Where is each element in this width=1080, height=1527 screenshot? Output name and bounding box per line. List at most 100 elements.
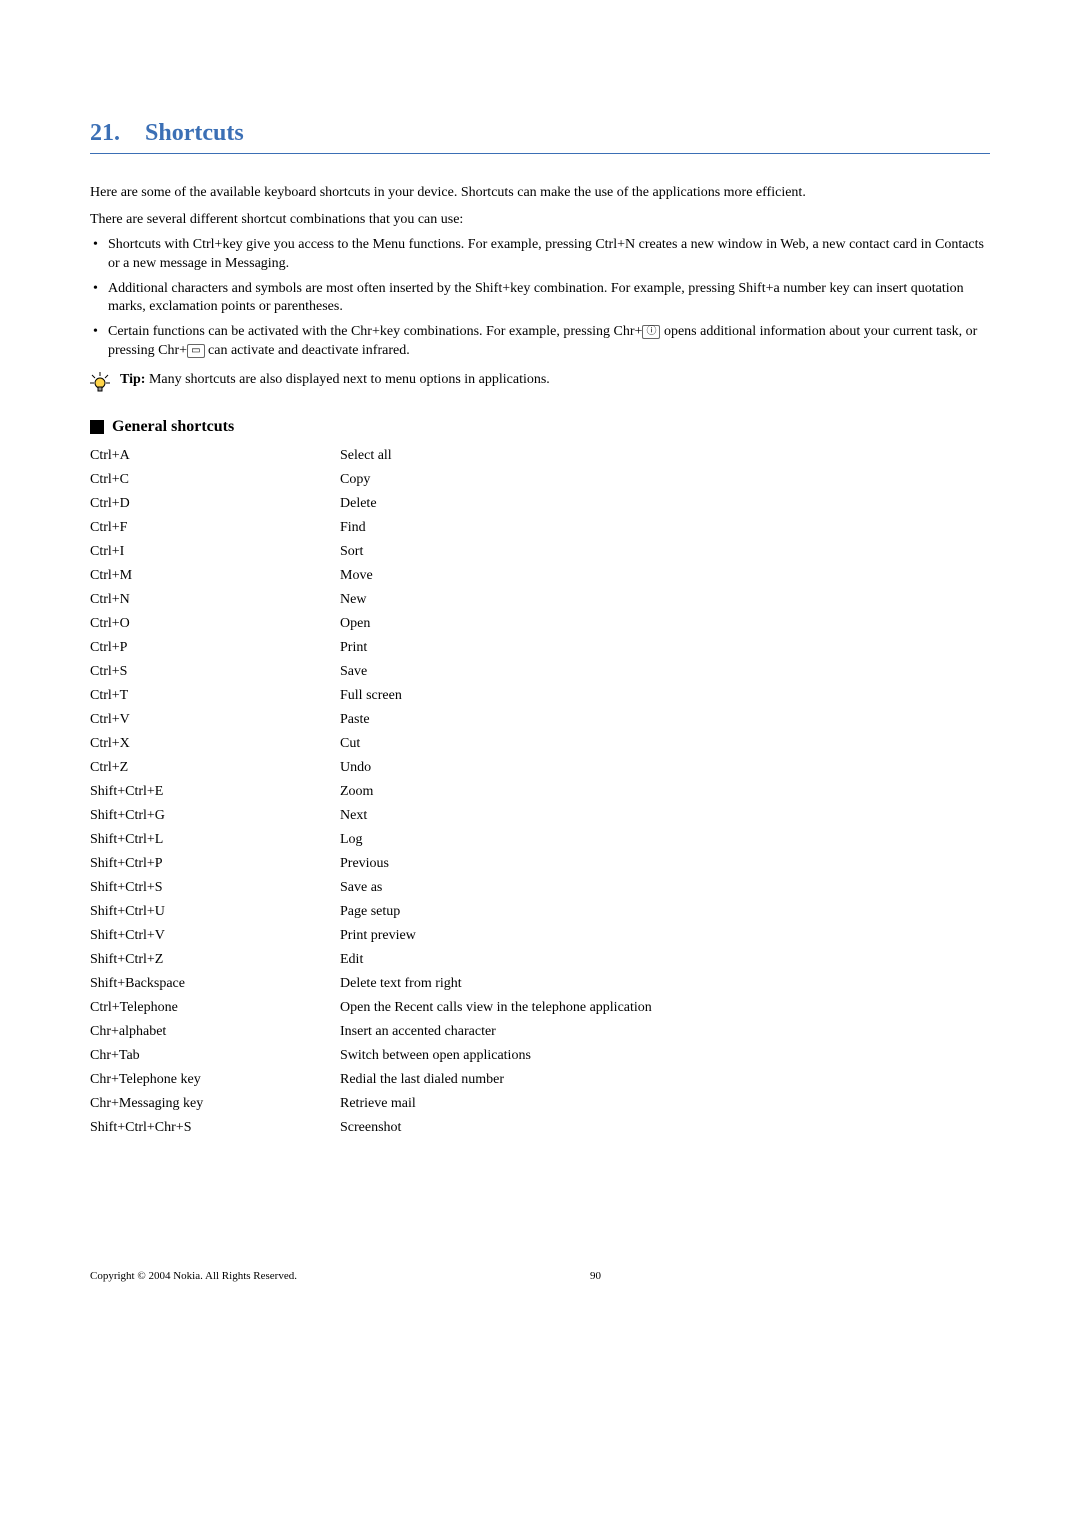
tip-icon bbox=[90, 371, 120, 398]
shortcut-action: Zoom bbox=[340, 780, 990, 804]
footer-copyright: Copyright © 2004 Nokia. All Rights Reser… bbox=[90, 1270, 590, 1282]
intro-paragraph: Here are some of the available keyboard … bbox=[90, 184, 990, 203]
footer: Copyright © 2004 Nokia. All Rights Reser… bbox=[90, 1270, 990, 1282]
table-row: Ctrl+NNew bbox=[90, 588, 990, 612]
shortcut-action: Full screen bbox=[340, 684, 990, 708]
table-row: Ctrl+MMove bbox=[90, 564, 990, 588]
shortcut-action: Page setup bbox=[340, 900, 990, 924]
shortcut-key: Ctrl+X bbox=[90, 732, 340, 756]
shortcut-key: Shift+Ctrl+P bbox=[90, 852, 340, 876]
tip-label: Tip: bbox=[120, 372, 149, 387]
shortcut-key: Shift+Ctrl+U bbox=[90, 900, 340, 924]
shortcut-key: Ctrl+P bbox=[90, 636, 340, 660]
shortcut-action: Redial the last dialed number bbox=[340, 1068, 990, 1092]
footer-page-number: 90 bbox=[590, 1270, 601, 1282]
shortcut-key: Shift+Ctrl+Chr+S bbox=[90, 1116, 340, 1140]
table-row: Ctrl+TFull screen bbox=[90, 684, 990, 708]
table-row: Shift+Ctrl+UPage setup bbox=[90, 900, 990, 924]
shortcut-action: Print bbox=[340, 636, 990, 660]
shortcut-key: Ctrl+N bbox=[90, 588, 340, 612]
table-row: Chr+alphabetInsert an accented character bbox=[90, 1020, 990, 1044]
table-row: Ctrl+ASelect all bbox=[90, 444, 990, 468]
table-row: Shift+Ctrl+GNext bbox=[90, 804, 990, 828]
shortcut-action: Undo bbox=[340, 756, 990, 780]
shortcut-key: Ctrl+O bbox=[90, 612, 340, 636]
shortcut-action: Print preview bbox=[340, 924, 990, 948]
shortcut-key: Ctrl+D bbox=[90, 492, 340, 516]
section-marker-icon bbox=[90, 420, 104, 434]
table-row: Ctrl+SSave bbox=[90, 660, 990, 684]
sub-intro-paragraph: There are several different shortcut com… bbox=[90, 211, 990, 230]
table-row: Ctrl+TelephoneOpen the Recent calls view… bbox=[90, 996, 990, 1020]
bullet-item: Additional characters and symbols are mo… bbox=[90, 280, 990, 318]
shortcut-action: Move bbox=[340, 564, 990, 588]
table-row: Shift+Ctrl+ZEdit bbox=[90, 948, 990, 972]
bullet3-after: can activate and deactivate infrared. bbox=[205, 343, 410, 358]
tip-text: Tip: Many shortcuts are also displayed n… bbox=[120, 371, 550, 390]
shortcut-key: Shift+Ctrl+G bbox=[90, 804, 340, 828]
shortcut-key: Ctrl+Z bbox=[90, 756, 340, 780]
shortcut-action: Log bbox=[340, 828, 990, 852]
table-row: Chr+Telephone keyRedial the last dialed … bbox=[90, 1068, 990, 1092]
shortcut-key: Shift+Ctrl+S bbox=[90, 876, 340, 900]
table-row: Ctrl+XCut bbox=[90, 732, 990, 756]
shortcut-key: Ctrl+F bbox=[90, 516, 340, 540]
shortcut-action: Insert an accented character bbox=[340, 1020, 990, 1044]
shortcut-action: Open the Recent calls view in the teleph… bbox=[340, 996, 990, 1020]
shortcut-action: Open bbox=[340, 612, 990, 636]
table-row: Ctrl+VPaste bbox=[90, 708, 990, 732]
shortcut-key: Ctrl+M bbox=[90, 564, 340, 588]
shortcut-action: Edit bbox=[340, 948, 990, 972]
bullet-item: Certain functions can be activated with … bbox=[90, 323, 990, 361]
shortcut-action: New bbox=[340, 588, 990, 612]
section-header: General shortcuts bbox=[90, 418, 990, 436]
shortcut-action: Cut bbox=[340, 732, 990, 756]
shortcut-key: Ctrl+V bbox=[90, 708, 340, 732]
bullet-item: Shortcuts with Ctrl+key give you access … bbox=[90, 236, 990, 274]
table-row: Ctrl+CCopy bbox=[90, 468, 990, 492]
shortcut-key: Ctrl+C bbox=[90, 468, 340, 492]
table-row: Ctrl+PPrint bbox=[90, 636, 990, 660]
table-row: Chr+TabSwitch between open applications bbox=[90, 1044, 990, 1068]
shortcut-key: Shift+Ctrl+E bbox=[90, 780, 340, 804]
shortcut-key: Chr+Telephone key bbox=[90, 1068, 340, 1092]
shortcut-key: Chr+Messaging key bbox=[90, 1092, 340, 1116]
tip-body: Many shortcuts are also displayed next t… bbox=[149, 372, 550, 387]
shortcut-action: Copy bbox=[340, 468, 990, 492]
table-row: Shift+BackspaceDelete text from right bbox=[90, 972, 990, 996]
shortcut-action: Delete bbox=[340, 492, 990, 516]
shortcut-key: Shift+Backspace bbox=[90, 972, 340, 996]
table-row: Shift+Ctrl+PPrevious bbox=[90, 852, 990, 876]
info-icon: ⓘ bbox=[642, 325, 660, 339]
bullet3-before: Certain functions can be activated with … bbox=[108, 324, 642, 339]
shortcut-key: Chr+alphabet bbox=[90, 1020, 340, 1044]
bullet-list: Shortcuts with Ctrl+key give you access … bbox=[90, 236, 990, 361]
shortcut-key: Ctrl+T bbox=[90, 684, 340, 708]
table-row: Ctrl+ISort bbox=[90, 540, 990, 564]
shortcut-key: Chr+Tab bbox=[90, 1044, 340, 1068]
chapter-title: Shortcuts bbox=[145, 120, 244, 147]
table-row: Ctrl+ZUndo bbox=[90, 756, 990, 780]
section-title: General shortcuts bbox=[112, 418, 234, 436]
table-row: Shift+Ctrl+VPrint preview bbox=[90, 924, 990, 948]
shortcut-action: Previous bbox=[340, 852, 990, 876]
table-row: Shift+Ctrl+Chr+SScreenshot bbox=[90, 1116, 990, 1140]
shortcut-key: Shift+Ctrl+V bbox=[90, 924, 340, 948]
shortcut-action: Find bbox=[340, 516, 990, 540]
table-row: Shift+Ctrl+LLog bbox=[90, 828, 990, 852]
tip-row: Tip: Many shortcuts are also displayed n… bbox=[90, 371, 990, 398]
shortcut-action: Sort bbox=[340, 540, 990, 564]
table-row: Shift+Ctrl+SSave as bbox=[90, 876, 990, 900]
shortcut-action: Save as bbox=[340, 876, 990, 900]
shortcut-action: Select all bbox=[340, 444, 990, 468]
shortcut-key: Ctrl+I bbox=[90, 540, 340, 564]
infrared-icon: ▭ bbox=[187, 344, 204, 358]
table-row: Chr+Messaging keyRetrieve mail bbox=[90, 1092, 990, 1116]
shortcut-key: Ctrl+Telephone bbox=[90, 996, 340, 1020]
shortcut-action: Retrieve mail bbox=[340, 1092, 990, 1116]
shortcut-key: Ctrl+A bbox=[90, 444, 340, 468]
table-row: Ctrl+DDelete bbox=[90, 492, 990, 516]
shortcut-action: Switch between open applications bbox=[340, 1044, 990, 1068]
shortcut-action: Paste bbox=[340, 708, 990, 732]
chapter-title-row: 21. Shortcuts bbox=[90, 120, 990, 154]
